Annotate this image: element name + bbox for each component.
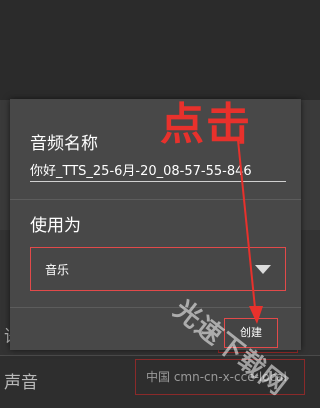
annotation-click-text: 点击 bbox=[160, 99, 252, 150]
annotation-arrow-icon bbox=[237, 139, 263, 324]
